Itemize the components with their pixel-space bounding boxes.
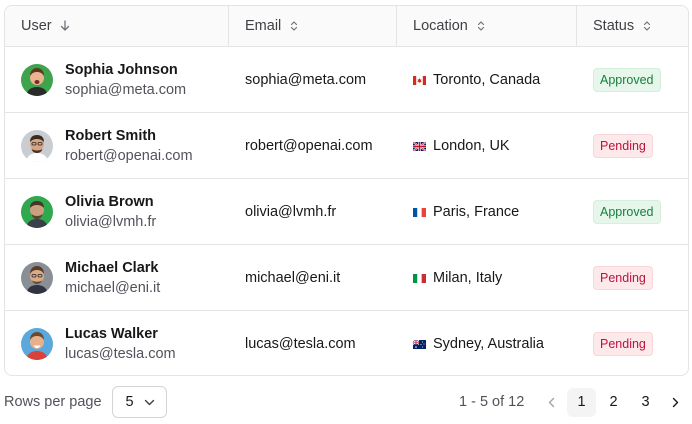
status-badge: Pending bbox=[593, 265, 653, 290]
pagination: 1 2 3 bbox=[537, 387, 687, 417]
table-header: User Email Location Status bbox=[5, 6, 688, 47]
chevron-right-icon bbox=[672, 397, 679, 407]
user-cell: Sophia Johnson sophia@meta.com bbox=[5, 47, 229, 112]
rows-per-page-value: 5 bbox=[125, 394, 134, 410]
user-handle: michael@eni.it bbox=[65, 279, 161, 296]
pagination-range: 1 - 5 of 12 bbox=[459, 394, 525, 410]
column-header-email-label: Email bbox=[245, 18, 282, 34]
avatar bbox=[21, 195, 53, 228]
user-name: Michael Clark bbox=[65, 259, 159, 276]
email-cell: lucas@tesla.com bbox=[229, 311, 397, 375]
email-cell: robert@openai.com bbox=[229, 113, 397, 178]
user-cell: Olivia Brown olivia@lvmh.fr bbox=[5, 179, 229, 244]
location-text: Milan, Italy bbox=[433, 269, 503, 286]
table-row[interactable]: Sophia Johnson sophia@meta.com sophia@me… bbox=[5, 47, 688, 113]
email-text: michael@eni.it bbox=[245, 269, 341, 286]
user-handle: sophia@meta.com bbox=[65, 81, 187, 98]
email-text: olivia@lvmh.fr bbox=[245, 203, 337, 220]
location-text: Toronto, Canada bbox=[433, 71, 541, 88]
status-badge: Approved bbox=[593, 199, 661, 224]
table-footer: Rows per page 5 1 - 5 of 12 1 2 3 bbox=[4, 386, 689, 418]
status-cell: Approved bbox=[577, 179, 688, 244]
status-cell: Pending bbox=[577, 113, 688, 178]
user-name: Sophia Johnson bbox=[65, 61, 178, 78]
australia-flag-icon bbox=[413, 340, 426, 349]
status-badge: Approved bbox=[593, 67, 661, 92]
location-cell: Paris, France bbox=[397, 179, 577, 244]
column-header-user[interactable]: User bbox=[5, 6, 229, 46]
chevron-left-icon bbox=[548, 397, 555, 407]
canada-flag-icon bbox=[413, 75, 426, 85]
user-name: Olivia Brown bbox=[65, 193, 154, 210]
user-cell: Lucas Walker lucas@tesla.com bbox=[5, 311, 229, 375]
table-row[interactable]: Olivia Brown olivia@lvmh.fr olivia@lvmh.… bbox=[5, 179, 688, 245]
page-button-3[interactable]: 3 bbox=[631, 388, 660, 417]
location-text: Paris, France bbox=[433, 203, 520, 220]
column-header-status-label: Status bbox=[593, 18, 635, 34]
location-text: London, UK bbox=[433, 137, 510, 154]
users-table: User Email Location Status Sophia Johnso… bbox=[4, 5, 689, 376]
rows-per-page-select[interactable]: 5 bbox=[111, 386, 167, 418]
sort-toggle-icon[interactable] bbox=[476, 20, 486, 32]
email-cell: olivia@lvmh.fr bbox=[229, 179, 397, 244]
previous-page-button[interactable] bbox=[540, 388, 564, 417]
user-name: Robert Smith bbox=[65, 127, 157, 144]
email-cell: michael@eni.it bbox=[229, 245, 397, 310]
user-cell: Michael Clark michael@eni.it bbox=[5, 245, 229, 310]
next-page-button[interactable] bbox=[663, 388, 687, 417]
column-header-email[interactable]: Email bbox=[229, 6, 397, 46]
location-cell: Sydney, Australia bbox=[397, 311, 577, 375]
location-text: Sydney, Australia bbox=[433, 336, 544, 352]
avatar bbox=[21, 129, 53, 162]
column-header-user-label: User bbox=[21, 18, 52, 34]
status-badge: Pending bbox=[593, 332, 653, 356]
sort-toggle-icon[interactable] bbox=[289, 20, 299, 32]
column-header-status[interactable]: Status bbox=[577, 6, 688, 46]
sort-toggle-icon[interactable] bbox=[642, 20, 652, 32]
status-badge: Pending bbox=[593, 133, 653, 158]
user-handle: olivia@lvmh.fr bbox=[65, 213, 157, 230]
status-cell: Pending bbox=[577, 311, 688, 375]
location-cell: Toronto, Canada bbox=[397, 47, 577, 112]
uk-flag-icon bbox=[413, 141, 426, 151]
status-cell: Approved bbox=[577, 47, 688, 112]
page-button-1[interactable]: 1 bbox=[567, 387, 596, 417]
email-cell: sophia@meta.com bbox=[229, 47, 397, 112]
france-flag-icon bbox=[413, 207, 426, 217]
user-name: Lucas Walker bbox=[65, 326, 158, 342]
status-cell: Pending bbox=[577, 245, 688, 310]
user-handle: robert@openai.com bbox=[65, 147, 193, 164]
user-handle: lucas@tesla.com bbox=[65, 346, 176, 362]
table-row[interactable]: Robert Smith robert@openai.com robert@op… bbox=[5, 113, 688, 179]
email-text: lucas@tesla.com bbox=[245, 336, 356, 352]
table-row[interactable]: Michael Clark michael@eni.it michael@eni… bbox=[5, 245, 688, 311]
table-row[interactable]: Lucas Walker lucas@tesla.com lucas@tesla… bbox=[5, 311, 688, 375]
rows-per-page-label: Rows per page bbox=[4, 394, 102, 410]
italy-flag-icon bbox=[413, 273, 426, 283]
location-cell: Milan, Italy bbox=[397, 245, 577, 310]
avatar bbox=[21, 261, 53, 294]
avatar bbox=[21, 328, 53, 360]
column-header-location[interactable]: Location bbox=[397, 6, 577, 46]
email-text: robert@openai.com bbox=[245, 137, 373, 154]
avatar bbox=[21, 63, 53, 96]
location-cell: London, UK bbox=[397, 113, 577, 178]
column-header-location-label: Location bbox=[413, 18, 468, 34]
sort-descending-icon[interactable] bbox=[60, 20, 70, 32]
chevron-down-icon bbox=[144, 399, 155, 406]
user-cell: Robert Smith robert@openai.com bbox=[5, 113, 229, 178]
email-text: sophia@meta.com bbox=[245, 71, 367, 88]
page-button-2[interactable]: 2 bbox=[599, 388, 628, 417]
